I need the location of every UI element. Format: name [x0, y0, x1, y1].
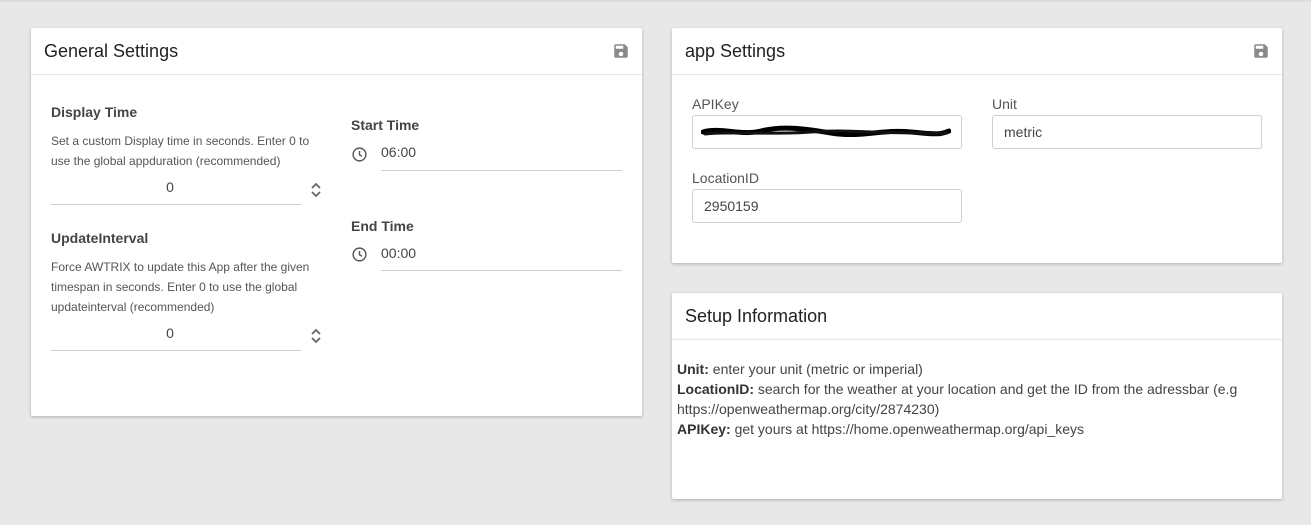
update-interval-description-line2: timespan in seconds. Enter 0 to use the …	[51, 280, 298, 294]
unit-label: Unit	[992, 96, 1017, 112]
location-id-label: LocationID	[692, 170, 759, 186]
general-settings-header: General Settings	[31, 28, 642, 75]
end-time-label: End Time	[351, 218, 414, 234]
end-time-input[interactable]: 00:00	[381, 245, 416, 261]
general-settings-title: General Settings	[44, 41, 179, 61]
save-icon[interactable]	[612, 42, 630, 60]
display-time-input[interactable]: 0	[51, 179, 289, 195]
app-settings-title: app Settings	[685, 41, 786, 61]
unit-input[interactable]	[992, 115, 1262, 149]
unit-info-key: Unit:	[677, 361, 709, 377]
update-interval-description-line3: updateinterval (recommended)	[51, 300, 215, 314]
end-time-clock-icon	[352, 247, 367, 262]
display-time-label: Display Time	[51, 104, 138, 120]
save-icon[interactable]	[1252, 42, 1270, 60]
display-time-underline	[51, 204, 301, 205]
start-time-input[interactable]: 06:00	[381, 144, 416, 160]
setup-information-card: Setup Information Unit: enter your unit …	[672, 293, 1282, 499]
update-interval-underline	[51, 350, 301, 351]
display-time-description-line2: use the global appduration (recommended)	[51, 154, 281, 168]
redacted-apikey-scribble	[701, 125, 951, 138]
setup-information-header: Setup Information	[672, 293, 1282, 340]
update-interval-stepper-icon[interactable]	[309, 326, 323, 346]
location-info-key: LocationID:	[677, 381, 754, 397]
apikey-info-line: APIKey: get yours at https://home.openwe…	[677, 419, 1277, 439]
update-interval-label: UpdateInterval	[51, 230, 149, 246]
unit-info-text: enter your unit (metric or imperial)	[708, 361, 923, 377]
top-divider	[0, 0, 1311, 2]
display-time-stepper-icon[interactable]	[309, 180, 323, 200]
location-info-line: LocationID: search for the weather at yo…	[677, 379, 1277, 399]
start-time-label: Start Time	[351, 117, 420, 133]
app-settings-card: app Settings APIKey Unit LocationID	[672, 28, 1282, 263]
app-settings-header: app Settings	[672, 28, 1282, 75]
apikey-info-key: APIKey:	[677, 421, 731, 437]
start-time-clock-icon	[352, 147, 367, 162]
apikey-input[interactable]	[692, 115, 962, 149]
location-info-url: https://openweathermap.org/city/2874230)	[677, 401, 940, 417]
update-interval-input[interactable]: 0	[51, 325, 289, 341]
location-id-input[interactable]	[692, 189, 962, 223]
start-time-underline	[381, 170, 622, 171]
general-settings-card: General Settings Display Time Set a cust…	[31, 28, 642, 416]
setup-information-title: Setup Information	[685, 306, 828, 326]
end-time-underline	[381, 270, 622, 271]
apikey-label: APIKey	[692, 96, 739, 112]
location-info-text: search for the weather at your location …	[754, 381, 1238, 397]
setup-information-body: Unit: enter your unit (metric or imperia…	[677, 359, 1277, 439]
unit-info-line: Unit: enter your unit (metric or imperia…	[677, 359, 1277, 379]
update-interval-description-line1: Force AWTRIX to update this App after th…	[51, 260, 310, 274]
display-time-description-line1: Set a custom Display time in seconds. En…	[51, 134, 310, 148]
apikey-info-text: get yours at https://home.openweathermap…	[730, 421, 1085, 437]
